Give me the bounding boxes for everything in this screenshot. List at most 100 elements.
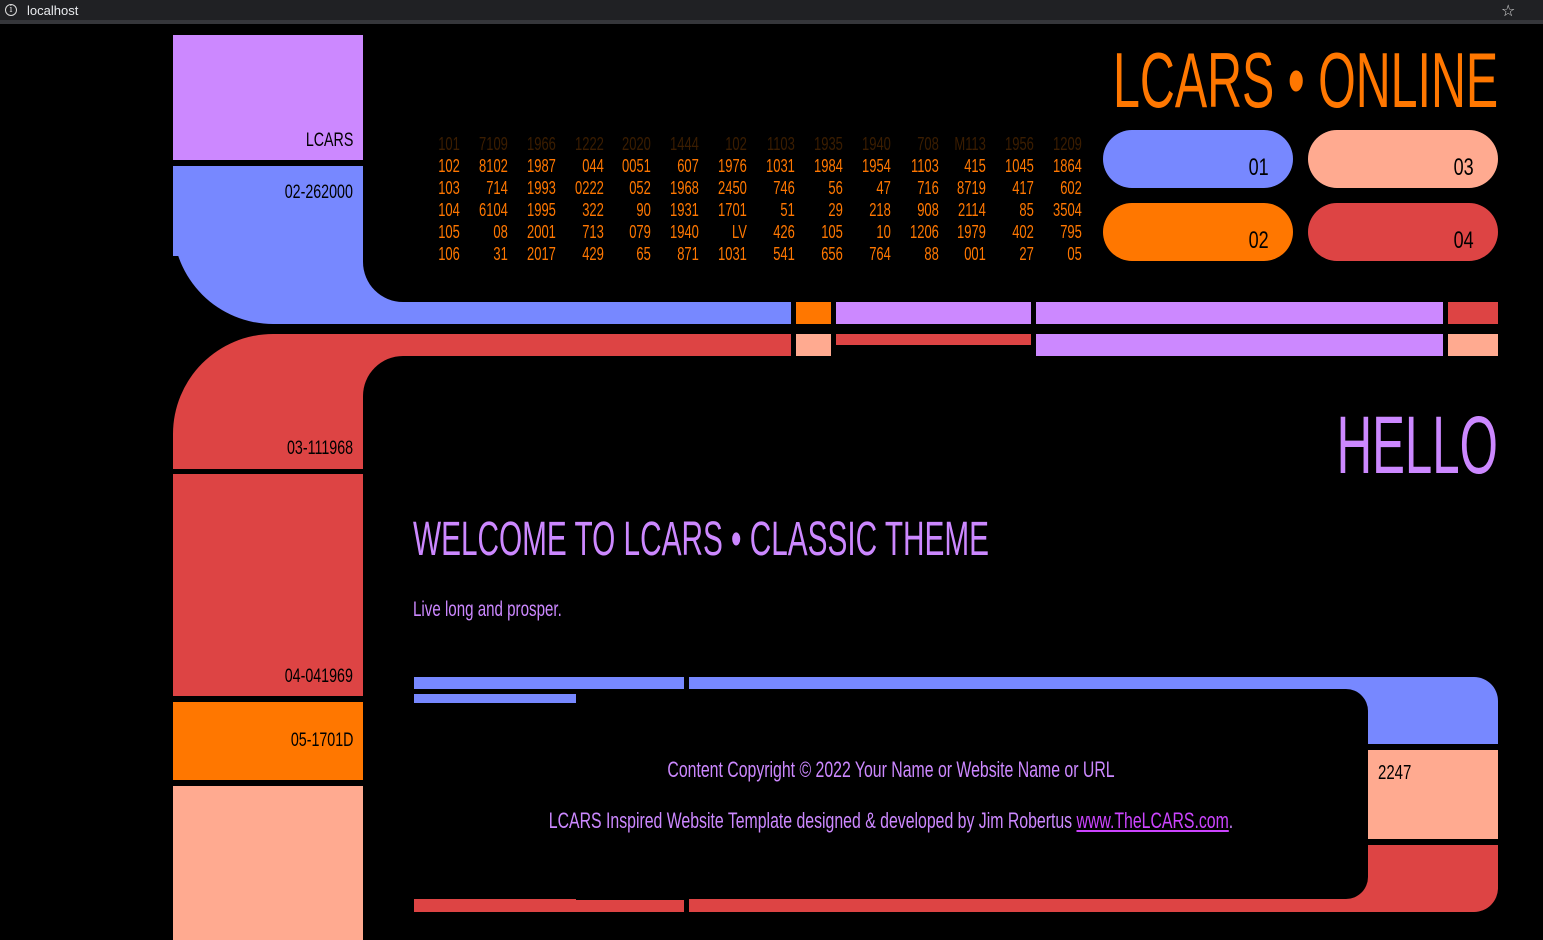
footer-side-label: 2247 bbox=[1378, 762, 1412, 784]
numbers-row: 106 31 2017 429 65 871 1031 541 656 764 88 001 27 05 bbox=[412, 243, 1082, 265]
number-cell: 044 bbox=[581, 156, 604, 176]
number-cell: 1206 bbox=[909, 222, 939, 242]
credit-suffix: . bbox=[1228, 808, 1234, 833]
number-cell: 429 bbox=[581, 244, 604, 264]
tagline: Live long and prosper. bbox=[413, 598, 562, 621]
credit-prefix: LCARS Inspired Website Template designed… bbox=[548, 808, 1077, 833]
bar-segment bbox=[836, 334, 1031, 345]
sidebar-item-03[interactable]: 03-111968 bbox=[173, 420, 363, 468]
bar-segment bbox=[1036, 334, 1443, 356]
numbers-row: 101 7109 1966 1222 2020 1444 102 1103 1935 1940 70… bbox=[412, 133, 1082, 155]
number-cell: 1864 bbox=[1053, 156, 1083, 176]
number-cell: 1984 bbox=[813, 156, 843, 176]
number-cell: 218 bbox=[868, 200, 891, 220]
sidebar-item-label: 03-111968 bbox=[286, 438, 353, 459]
hello-heading: HELLO bbox=[1336, 400, 1498, 491]
button-04[interactable]: 04 bbox=[1308, 203, 1498, 261]
number-cell: 426 bbox=[773, 222, 795, 242]
number-cell: 105 bbox=[821, 222, 843, 242]
number-cell: 101 bbox=[438, 134, 460, 154]
number-cell: 1993 bbox=[526, 178, 556, 198]
number-cell: 746 bbox=[773, 178, 795, 198]
number-cell: 713 bbox=[581, 222, 604, 242]
number-cell: 1701 bbox=[718, 200, 748, 220]
bookmark-star-icon[interactable]: ☆ bbox=[1501, 1, 1515, 21]
button-01[interactable]: 01 bbox=[1103, 130, 1293, 188]
number-cell: 3504 bbox=[1053, 200, 1083, 220]
number-cell: 871 bbox=[677, 244, 700, 264]
number-cell: 908 bbox=[916, 200, 939, 220]
number-cell: 1979 bbox=[957, 222, 987, 242]
sidebar-item-lcars[interactable]: LCARS bbox=[173, 35, 363, 160]
number-cell: 714 bbox=[486, 178, 508, 198]
url-text[interactable]: localhost bbox=[27, 3, 78, 18]
copyright-text: Content Copyright © 2022 Your Name or We… bbox=[667, 757, 1115, 782]
number-cell: 27 bbox=[1019, 244, 1035, 264]
number-cell: 8102 bbox=[478, 156, 508, 176]
credit-text: LCARS Inspired Website Template designed… bbox=[548, 808, 1235, 834]
sidebar-block bbox=[173, 786, 363, 940]
number-cell: 1976 bbox=[718, 156, 748, 176]
sidebar-item-label: LCARS bbox=[305, 130, 353, 151]
number-cell: 6104 bbox=[478, 200, 508, 220]
number-cell: 708 bbox=[916, 134, 939, 154]
sidebar-item-04[interactable]: 04-041969 bbox=[173, 474, 363, 696]
number-cell: 0222 bbox=[574, 178, 604, 198]
browser-address-bar[interactable] bbox=[0, 0, 1543, 24]
button-02[interactable]: 02 bbox=[1103, 203, 1293, 261]
sidebar-item-05[interactable]: 05-1701D bbox=[173, 702, 363, 780]
number-cell: 103 bbox=[438, 178, 460, 198]
button-label: 01 bbox=[1248, 154, 1269, 181]
number-cell: 1940 bbox=[670, 222, 700, 242]
bar-segment bbox=[796, 334, 831, 356]
number-cell: 1966 bbox=[526, 134, 556, 154]
number-cell: 1968 bbox=[670, 178, 700, 198]
number-cell: 1987 bbox=[526, 156, 556, 176]
number-cell: 29 bbox=[828, 200, 843, 220]
number-cell: 541 bbox=[773, 244, 795, 264]
number-cell: 2017 bbox=[526, 244, 556, 264]
number-cell: 51 bbox=[780, 200, 795, 220]
site-info-icon[interactable]: i bbox=[5, 4, 17, 16]
number-cell: 1935 bbox=[813, 134, 843, 154]
number-cell: 1031 bbox=[718, 244, 748, 264]
footer-bar bbox=[414, 677, 684, 689]
number-cell: 56 bbox=[828, 178, 843, 198]
numbers-row: 102 8102 1987 044 0051 607 1976 1031 1984 1954 110… bbox=[412, 155, 1082, 177]
number-cell: 602 bbox=[1060, 178, 1083, 198]
number-cell: 656 bbox=[821, 244, 843, 264]
number-cell: M113 bbox=[954, 134, 987, 154]
number-cell: 1222 bbox=[574, 134, 604, 154]
number-cell: 1931 bbox=[670, 200, 700, 220]
number-cell: 85 bbox=[1019, 200, 1035, 220]
number-cell: 415 bbox=[964, 156, 987, 176]
footer-side-block[interactable]: 2247 bbox=[1368, 750, 1498, 839]
number-cell: 8719 bbox=[957, 178, 987, 198]
numbers-row: 105 08 2001 713 079 1940 LV 426 105 10 1206 1979 402… bbox=[412, 221, 1082, 243]
bar-segment bbox=[1448, 334, 1498, 356]
number-cell: 90 bbox=[636, 200, 652, 220]
number-cell: 2020 bbox=[622, 134, 652, 154]
number-cell: 104 bbox=[438, 200, 460, 220]
numbers-row: 104 6104 1995 322 90 1931 1701 51 29 218 908 2114 85… bbox=[412, 199, 1082, 221]
number-cell: 052 bbox=[629, 178, 652, 198]
page-title: LCARS • ONLINE bbox=[1112, 36, 1498, 124]
number-cell: LV bbox=[732, 222, 748, 242]
bar-segment bbox=[1448, 302, 1498, 324]
number-cell: 08 bbox=[493, 222, 508, 242]
number-cell: 764 bbox=[868, 244, 891, 264]
number-cell: 417 bbox=[1012, 178, 1035, 198]
number-cell: 1995 bbox=[526, 200, 556, 220]
number-cell: 105 bbox=[438, 222, 460, 242]
number-cell: 1031 bbox=[766, 156, 795, 176]
thelcars-link[interactable]: www.TheLCARS.com bbox=[1077, 808, 1229, 833]
welcome-heading: WELCOME TO LCARS • CLASSIC THEME bbox=[413, 513, 989, 566]
footer-bar bbox=[576, 900, 684, 912]
footer-bar bbox=[414, 694, 576, 703]
number-cell: 10 bbox=[876, 222, 891, 242]
numbers-grid: 101 7109 1966 1222 2020 1444 102 1103 1935 1940 70… bbox=[412, 133, 1082, 265]
button-03[interactable]: 03 bbox=[1308, 130, 1498, 188]
number-cell: 2114 bbox=[958, 200, 987, 220]
number-cell: 65 bbox=[636, 244, 652, 264]
number-cell: 102 bbox=[438, 156, 460, 176]
